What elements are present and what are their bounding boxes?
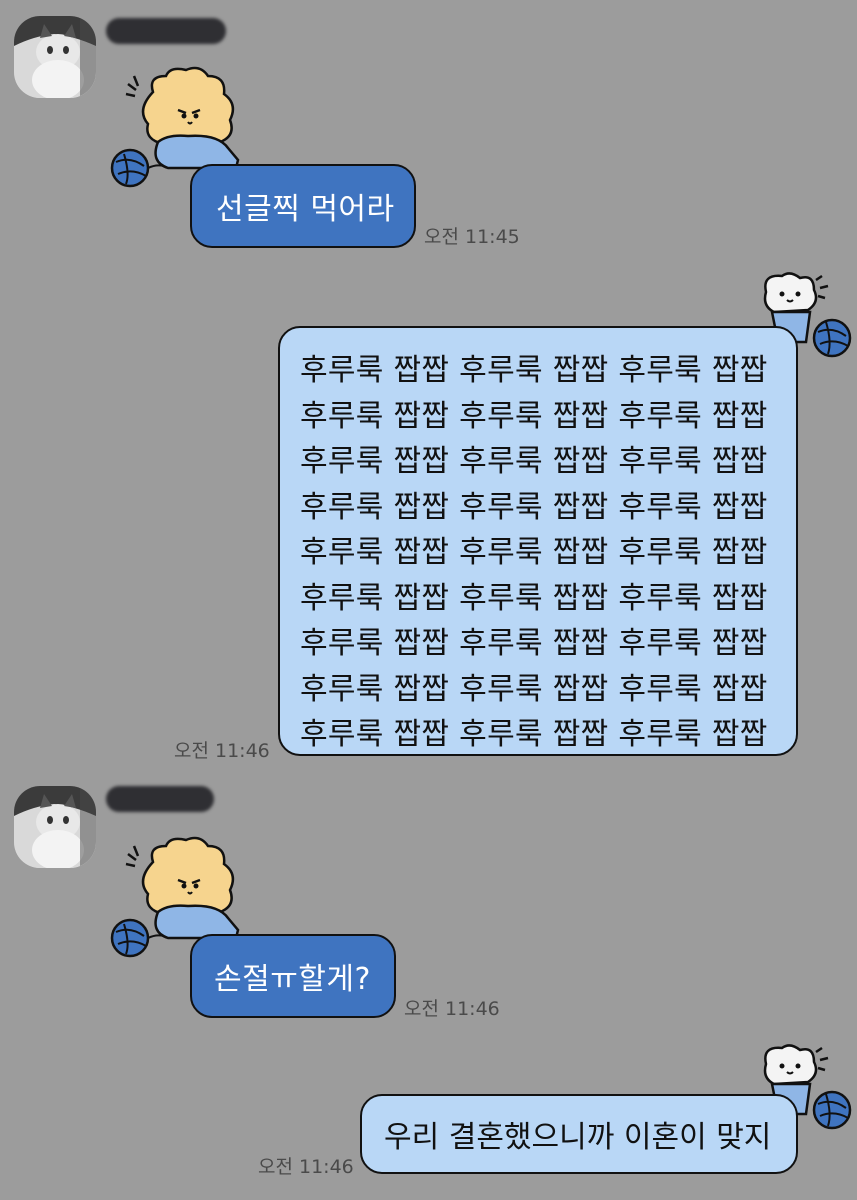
message-line: 후루룩 짭짭 후루룩 짭짭 후루룩 짭짭 xyxy=(300,398,768,434)
message-timestamp: 오전 11:46 xyxy=(258,1156,354,1178)
message-text: 손절ㅠ할게? xyxy=(214,962,371,997)
message-line: 후루룩 짭짭 후루룩 짭짭 후루룩 짭짭 xyxy=(300,489,768,525)
sender-avatar[interactable] xyxy=(14,786,96,868)
message-line: 후루룩 짭짭 후루룩 짭짭 후루룩 짭짭 xyxy=(300,353,768,388)
incoming-message-bubble[interactable]: 손절ㅠ할게? xyxy=(190,934,396,1018)
incoming-message-bubble[interactable]: 선글찍 먹어라 xyxy=(190,164,416,248)
message-line: 후루룩 짭짭 후루룩 짭짭 후루룩 짭짭 xyxy=(300,717,768,752)
sender-avatar[interactable] xyxy=(14,16,96,98)
message-timestamp: 오전 11:46 xyxy=(404,998,500,1020)
sender-name-redacted xyxy=(106,18,226,44)
message-line: 후루룩 짭짭 후루룩 짭짭 후루룩 짭짭 xyxy=(300,444,768,479)
outgoing-message-bubble[interactable]: 우리 결혼했으니까 이혼이 맞지 xyxy=(360,1094,798,1174)
message-line: 후루룩 짭짭 후루룩 짭짭 후루룩 짭짭 xyxy=(300,580,768,616)
message-timestamp: 오전 11:46 xyxy=(174,740,270,762)
message-timestamp: 오전 11:45 xyxy=(424,226,520,248)
message-line: 후루룩 짭짭 후루룩 짭짭 후루룩 짭짭 xyxy=(300,626,768,661)
message-line: 후루룩 짭짭 후루룩 짭짭 후루룩 짭짭 xyxy=(300,671,768,707)
message-text: 우리 결혼했으니까 이혼이 맞지 xyxy=(384,1120,772,1155)
message-text: 선글찍 먹어라 xyxy=(216,192,395,227)
message-line: 후루룩 짭짭 후루룩 짭짭 후루룩 짭짭 xyxy=(300,535,768,570)
outgoing-message-bubble[interactable]: 후루룩 짭짭 후루룩 짭짭 후루룩 짭짭 후루룩 짭짭 후루룩 짭짭 후루룩 짭… xyxy=(278,326,798,756)
sender-name-redacted xyxy=(106,786,214,812)
